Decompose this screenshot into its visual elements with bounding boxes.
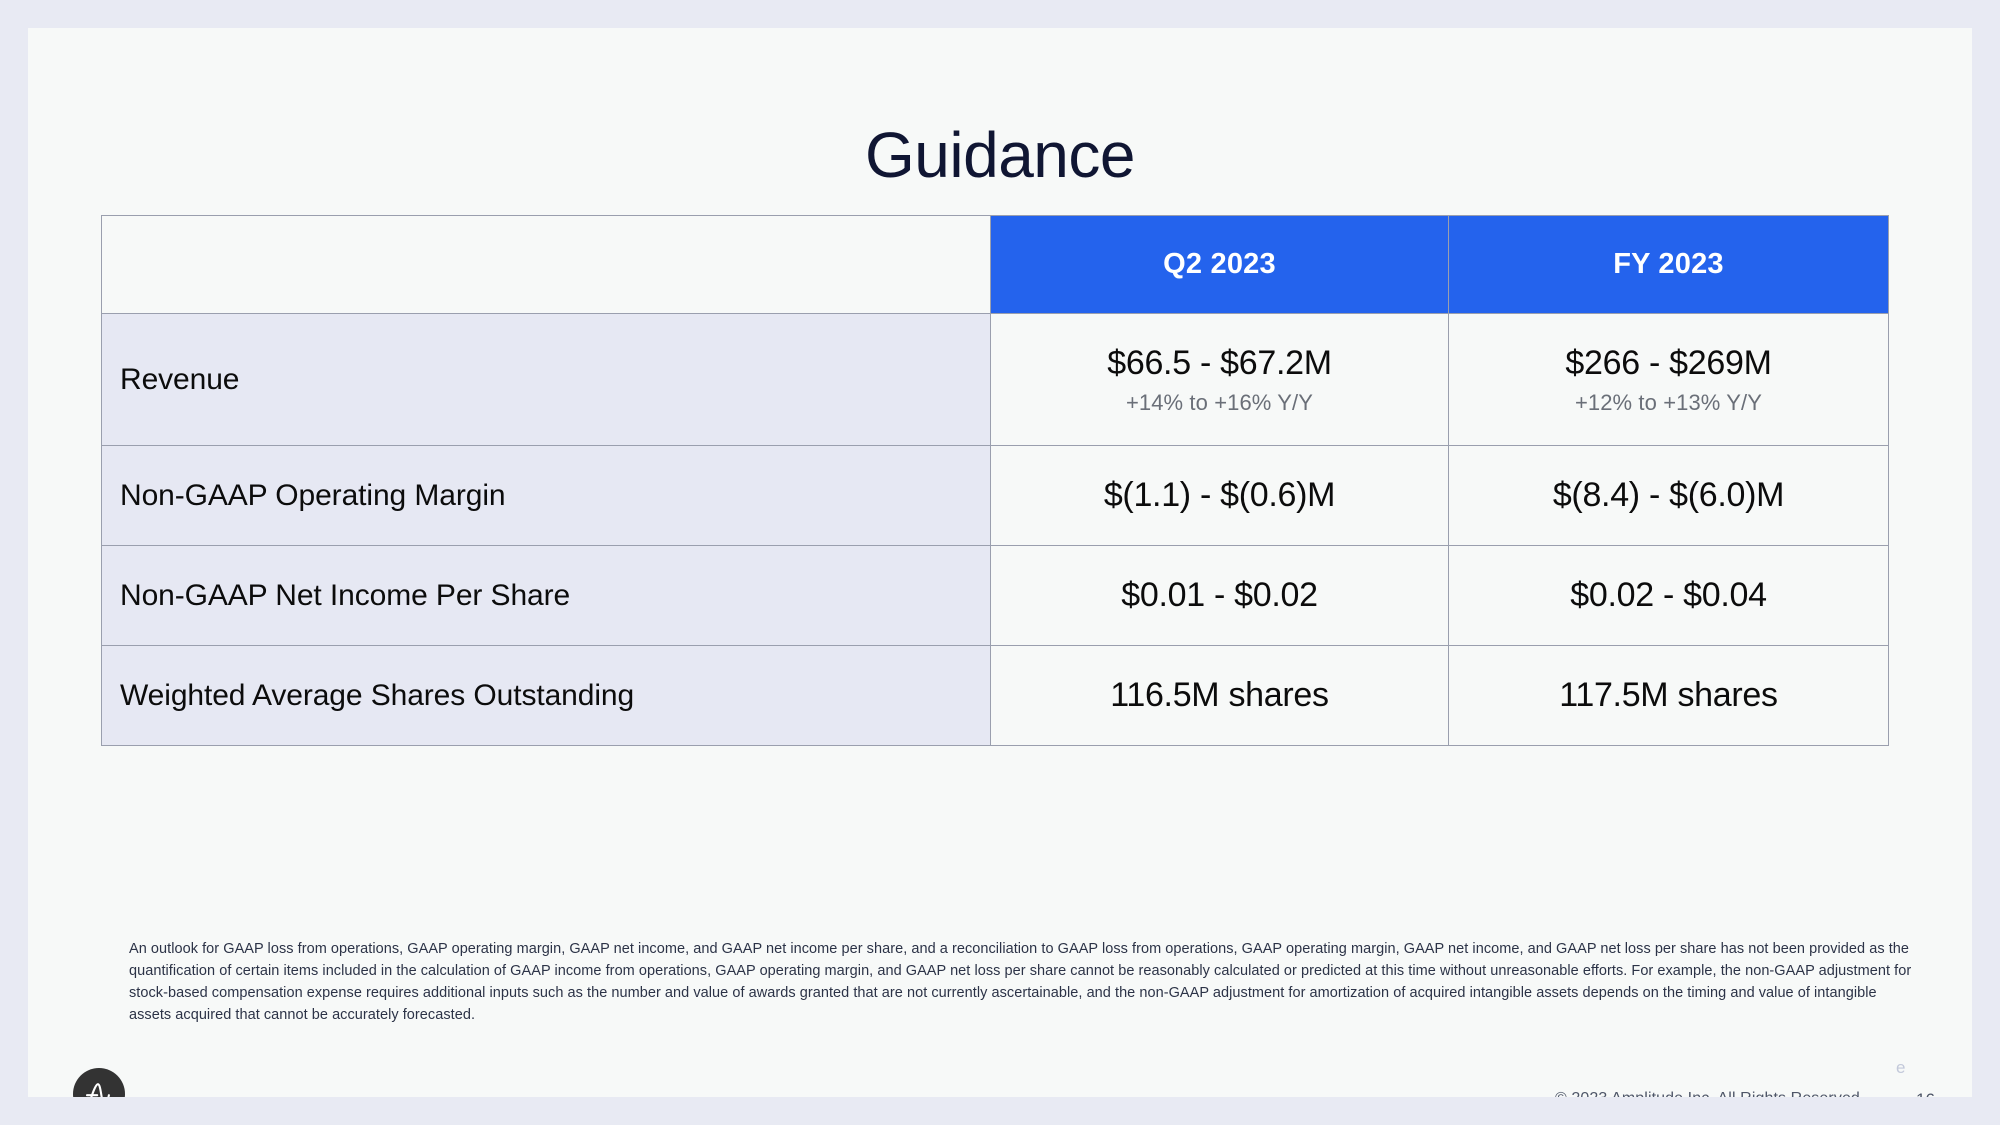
cell-value-primary: $0.02 - $0.04 bbox=[1570, 576, 1767, 615]
cell-revenue-fy: $266 - $269M +12% to +13% Y/Y bbox=[1448, 313, 1889, 446]
cell-value-primary: $(1.1) - $(0.6)M bbox=[1103, 476, 1336, 515]
cell-net-income-per-share-fy: $0.02 - $0.04 bbox=[1448, 545, 1889, 646]
table-header-row: Q2 2023 FY 2023 bbox=[101, 215, 1889, 314]
cell-revenue-q2: $66.5 - $67.2M +14% to +16% Y/Y bbox=[990, 313, 1449, 446]
table-header-blank bbox=[101, 215, 991, 314]
cell-operating-margin-q2: $(1.1) - $(0.6)M bbox=[990, 445, 1449, 546]
cell-value-primary: $66.5 - $67.2M bbox=[1107, 343, 1332, 382]
ghost-watermark: e bbox=[1896, 1058, 1906, 1077]
guidance-table: Q2 2023 FY 2023 Revenue $66.5 - $67.2M +… bbox=[101, 215, 1889, 746]
cell-operating-margin-fy: $(8.4) - $(6.0)M bbox=[1448, 445, 1889, 546]
page-title: Guidance bbox=[865, 119, 1135, 191]
row-label-non-gaap-operating-margin: Non-GAAP Operating Margin bbox=[101, 445, 991, 546]
page-number: 16 bbox=[1916, 1090, 1935, 1097]
table-header-q2: Q2 2023 bbox=[990, 215, 1449, 314]
table-row: Revenue $66.5 - $67.2M +14% to +16% Y/Y … bbox=[101, 313, 1889, 446]
slide-canvas: Guidance Q2 2023 FY 2023 Revenue $66.5 -… bbox=[28, 28, 1972, 1097]
row-label-non-gaap-net-income-per-share: Non-GAAP Net Income Per Share bbox=[101, 545, 991, 646]
cell-shares-fy: 117.5M shares bbox=[1448, 645, 1889, 746]
footnote-text: An outlook for GAAP loss from operations… bbox=[129, 941, 1912, 1024]
cell-shares-q2: 116.5M shares bbox=[990, 645, 1449, 746]
cell-value-sub: +14% to +16% Y/Y bbox=[1125, 390, 1314, 416]
cell-value-primary: 117.5M shares bbox=[1559, 676, 1778, 715]
copyright-text: © 2023 Amplitude Inc. All Rights Reserve… bbox=[1555, 1090, 1864, 1097]
cell-value-primary: $0.01 - $0.02 bbox=[1121, 576, 1318, 615]
amplitude-logo-icon bbox=[73, 1068, 125, 1097]
row-label-weighted-average-shares-outstanding: Weighted Average Shares Outstanding bbox=[101, 645, 991, 746]
table-row: Weighted Average Shares Outstanding 116.… bbox=[101, 645, 1889, 746]
cell-value-primary: 116.5M shares bbox=[1110, 676, 1329, 715]
cell-net-income-per-share-q2: $0.01 - $0.02 bbox=[990, 545, 1449, 646]
table-header-fy: FY 2023 bbox=[1448, 215, 1889, 314]
table-row: Non-GAAP Net Income Per Share $0.01 - $0… bbox=[101, 545, 1889, 646]
cell-value-primary: $266 - $269M bbox=[1565, 343, 1772, 382]
cell-value-primary: $(8.4) - $(6.0)M bbox=[1552, 476, 1785, 515]
row-label-revenue: Revenue bbox=[101, 313, 991, 446]
table-row: Non-GAAP Operating Margin $(1.1) - $(0.6… bbox=[101, 445, 1889, 546]
cell-value-sub: +12% to +13% Y/Y bbox=[1574, 390, 1763, 416]
